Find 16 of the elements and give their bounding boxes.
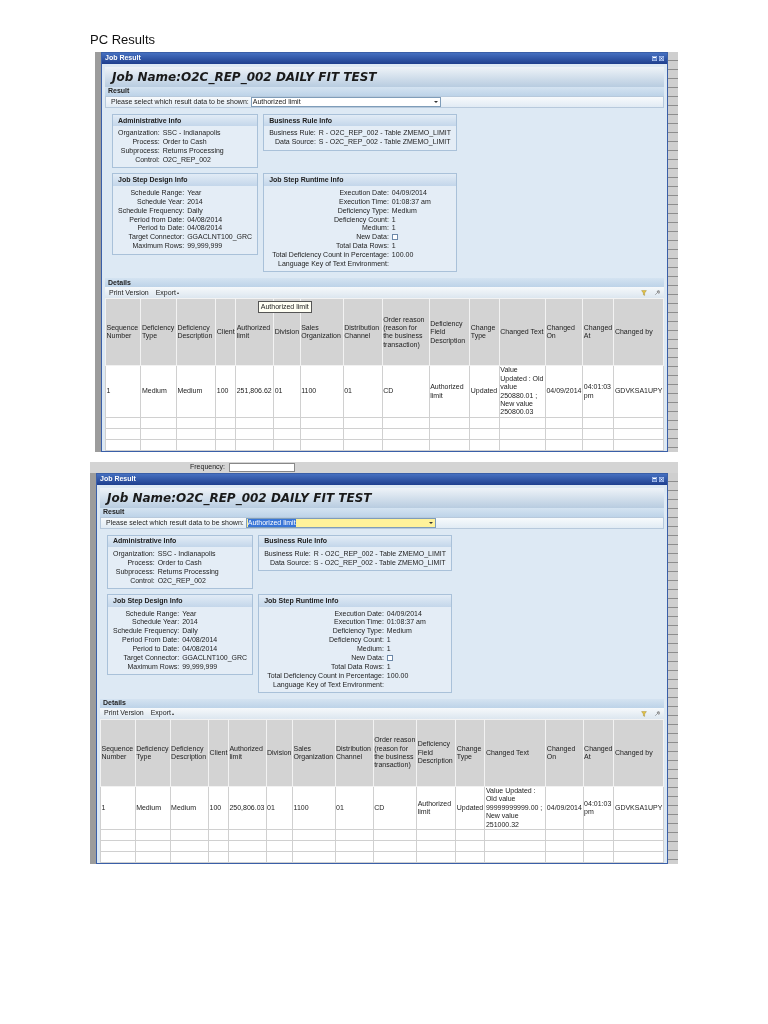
job-name-heading: Job Name:O2C_REP_002 DAILY FIT TEST: [105, 67, 664, 87]
frequency-dropdown[interactable]: [229, 462, 296, 472]
maximize-icon[interactable]: [652, 476, 657, 482]
close-icon[interactable]: [659, 476, 664, 482]
job-name-heading: Job Name:O2C_REP_002 DAILY FIT TEST: [100, 487, 664, 508]
settings-icon[interactable]: [654, 289, 660, 296]
page-heading: PC Results: [90, 32, 156, 47]
close-icon[interactable]: [659, 56, 664, 61]
filter-icon[interactable]: [641, 710, 647, 717]
caret-icon: [433, 101, 438, 103]
caret-icon: [428, 521, 433, 524]
checkbox[interactable]: [391, 234, 398, 241]
checkbox[interactable]: [386, 655, 393, 662]
maximize-icon[interactable]: [652, 56, 657, 61]
settings-icon[interactable]: [654, 710, 660, 717]
filter-icon[interactable]: [641, 289, 647, 296]
